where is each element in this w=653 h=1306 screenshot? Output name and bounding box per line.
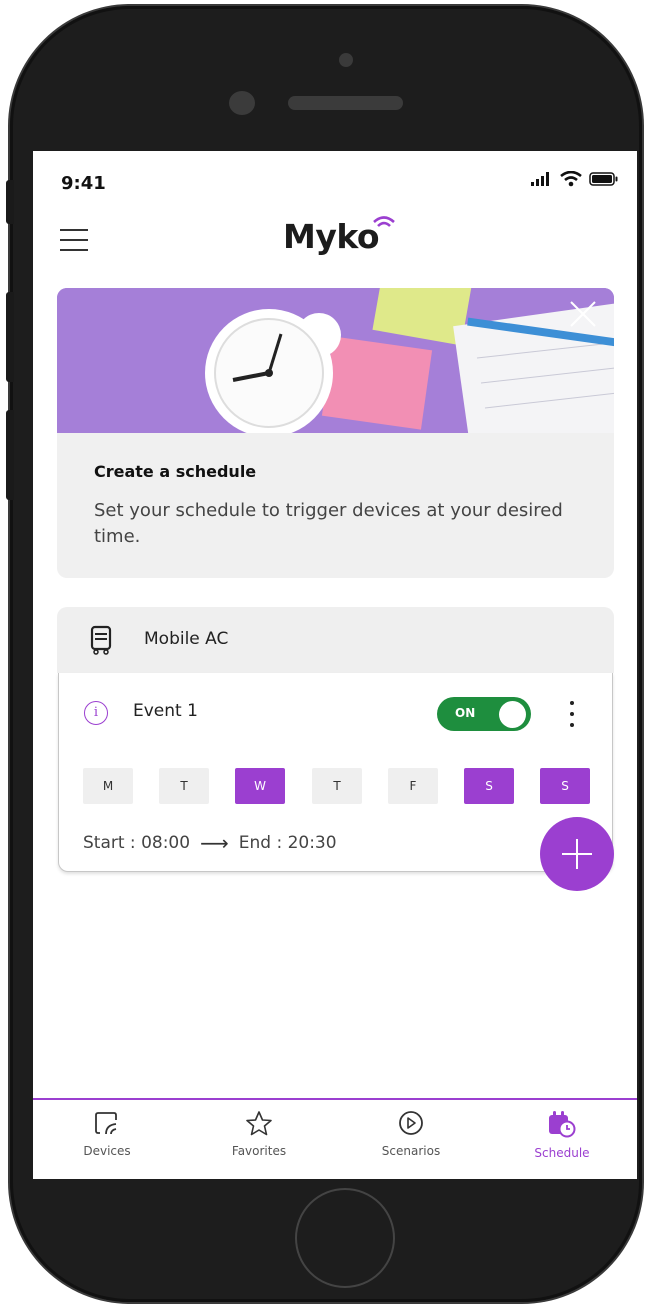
time-range: Start : 08:00 ⟶ End : 20:30	[83, 831, 337, 855]
day-sunday[interactable]: S	[540, 768, 590, 804]
app-screen: 9:41 Myko Create a schedule Set your sch…	[33, 151, 637, 1179]
toggle-label: ON	[455, 706, 476, 720]
device-name: Mobile AC	[144, 629, 229, 649]
add-schedule-button[interactable]	[540, 817, 614, 891]
promo-description: Set your schedule to trigger devices at …	[94, 500, 563, 547]
device-schedule-card: Mobile AC i Event 1 ON M T W T F S S Sta…	[57, 607, 614, 873]
event-name: Event 1	[133, 701, 198, 721]
tab-favorites[interactable]: Favorites	[199, 1110, 319, 1158]
end-time: End : 20:30	[238, 833, 337, 853]
logo-wifi-accent	[373, 216, 395, 227]
status-time: 9:41	[61, 173, 106, 194]
day-monday[interactable]: M	[83, 768, 133, 804]
tab-label: Favorites	[231, 1144, 287, 1158]
battery-icon	[589, 172, 618, 186]
tab-schedule[interactable]: Schedule	[502, 1110, 622, 1160]
status-bar: 9:41	[33, 151, 637, 211]
more-options-icon[interactable]	[565, 699, 579, 729]
event-toggle[interactable]: ON	[437, 697, 531, 731]
day-wednesday[interactable]: W	[235, 768, 285, 804]
tab-label: Schedule	[534, 1146, 590, 1160]
sensor-dot	[339, 53, 353, 67]
mute-switch	[6, 180, 14, 224]
event-item[interactable]: i Event 1 ON M T W T F S S Start : 08:00…	[58, 673, 613, 872]
calendar-clock-icon	[549, 1111, 576, 1138]
front-camera	[229, 91, 255, 115]
play-circle-icon	[399, 1111, 423, 1135]
day-tuesday[interactable]: T	[159, 768, 209, 804]
day-saturday[interactable]: S	[464, 768, 514, 804]
tab-devices[interactable]: Devices	[47, 1110, 167, 1158]
app-logo: Myko	[283, 217, 380, 256]
volume-down-button	[6, 410, 14, 500]
app-header: Myko	[33, 211, 637, 281]
speaker-grill	[288, 96, 403, 110]
wifi-icon	[560, 171, 582, 187]
tab-scenarios[interactable]: Scenarios	[351, 1110, 471, 1158]
day-thursday[interactable]: T	[312, 768, 362, 804]
schedule-promo-card: Create a schedule Set your schedule to t…	[57, 288, 614, 578]
tab-label: Devices	[83, 1144, 131, 1158]
day-friday[interactable]: F	[388, 768, 438, 804]
toggle-knob	[499, 701, 526, 728]
close-icon[interactable]	[567, 298, 599, 330]
promo-illustration	[57, 288, 614, 433]
volume-up-button	[6, 292, 14, 382]
hamburger-menu-icon[interactable]	[60, 229, 90, 251]
devices-icon	[95, 1112, 117, 1135]
bottom-tab-bar: Devices Favorites Scenarios Schedule	[33, 1098, 637, 1179]
air-conditioner-icon	[90, 625, 112, 655]
signal-icon	[531, 172, 549, 186]
start-time: Start : 08:00	[83, 833, 191, 853]
arrow-right-icon: ⟶	[200, 831, 229, 855]
device-header[interactable]: Mobile AC	[57, 607, 614, 673]
home-button[interactable]	[295, 1188, 395, 1288]
tab-label: Scenarios	[381, 1144, 441, 1158]
promo-title: Create a schedule	[94, 462, 257, 481]
star-icon	[246, 1111, 272, 1136]
info-icon[interactable]: i	[84, 701, 108, 725]
